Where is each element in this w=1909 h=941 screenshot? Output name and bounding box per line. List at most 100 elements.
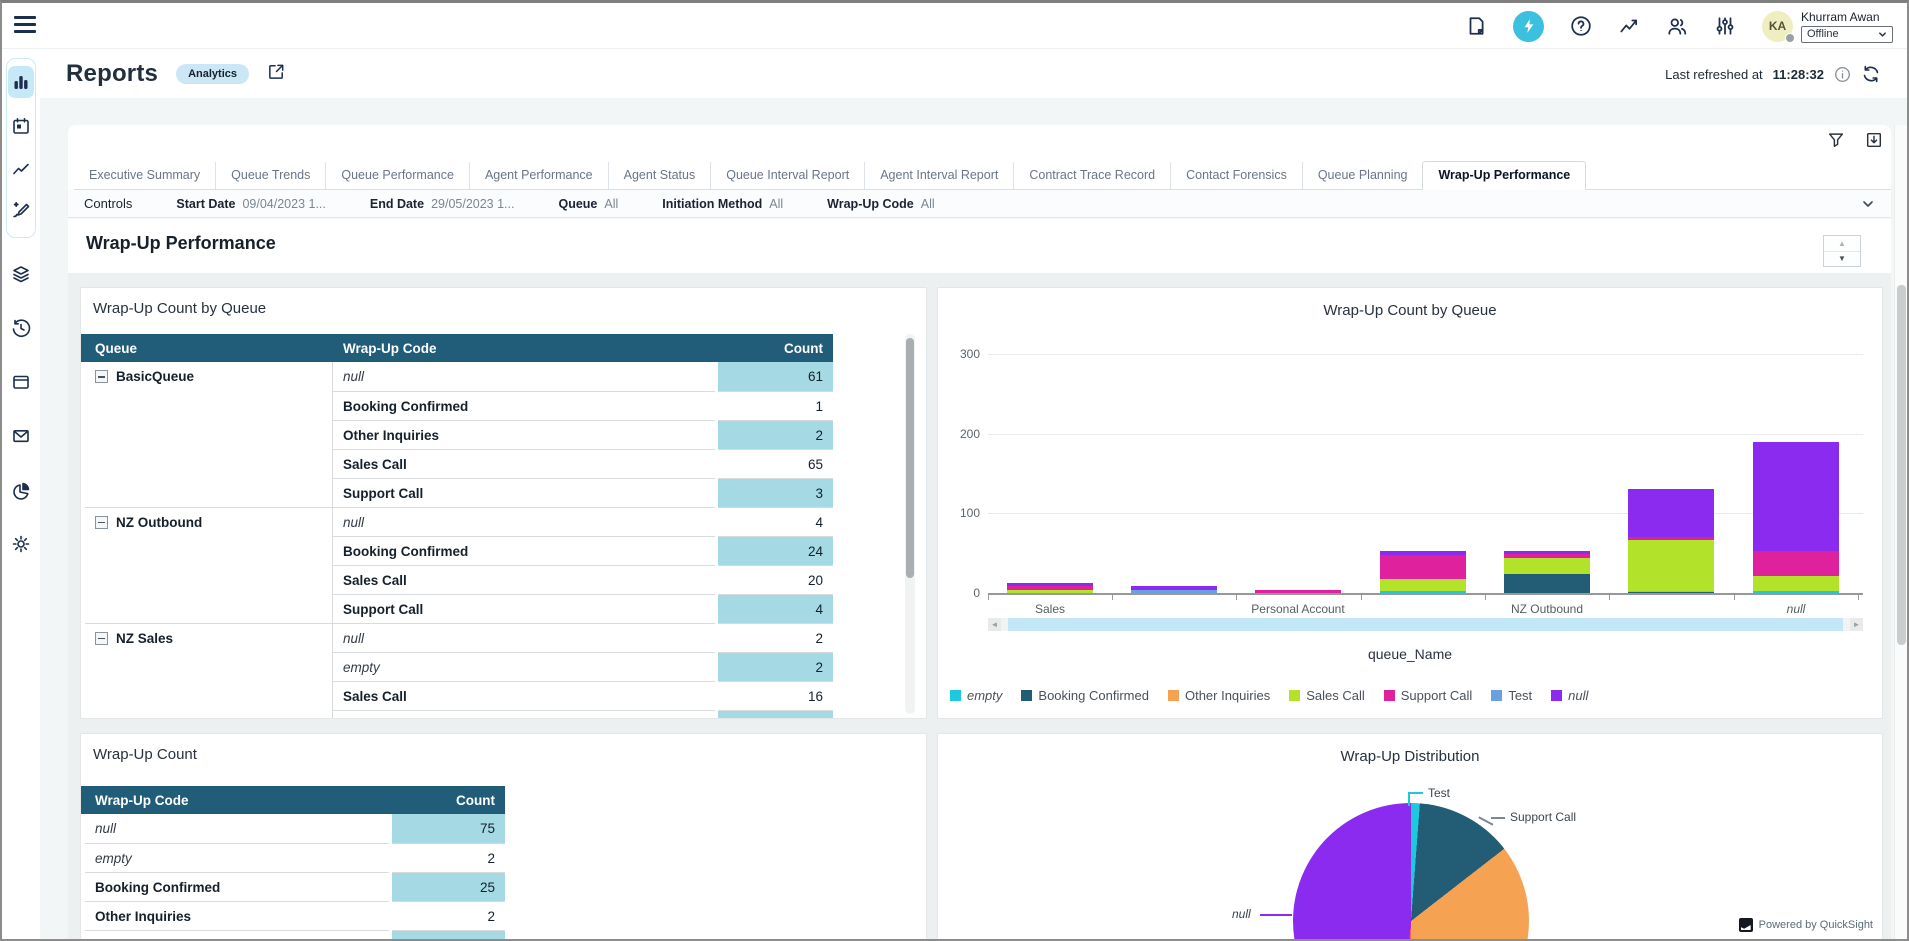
wrapup-code-cell[interactable]: null: [333, 507, 715, 536]
open-external-icon[interactable]: [267, 62, 286, 86]
bar-segment-empty[interactable]: [1380, 591, 1466, 593]
count-cell[interactable]: 3: [718, 478, 833, 507]
count-cell[interactable]: 16: [718, 681, 833, 710]
help-icon[interactable]: [1570, 15, 1592, 37]
window-scrollbar[interactable]: [1894, 125, 1907, 939]
legend-item-support-call[interactable]: Support Call: [1384, 688, 1473, 703]
count-cell[interactable]: 20: [718, 565, 833, 594]
chart-horizontal-scrollbar[interactable]: ◄►: [988, 618, 1863, 631]
tab-wrap-up-performance[interactable]: Wrap-Up Performance: [1422, 161, 1586, 190]
spin-up-icon[interactable]: ▲: [1824, 236, 1860, 252]
control-queue[interactable]: QueueAll: [558, 197, 618, 211]
count-cell[interactable]: 65: [718, 449, 833, 478]
sidebar-item-bar-chart-icon[interactable]: [11, 72, 31, 92]
wrapup-code-cell[interactable]: null: [333, 623, 715, 652]
legend-item-other-inquiries[interactable]: Other Inquiries: [1168, 688, 1270, 703]
count-cell[interactable]: 2: [718, 420, 833, 449]
control-initiation-method[interactable]: Initiation MethodAll: [662, 197, 783, 211]
tab-contact-forensics[interactable]: Contact Forensics: [1170, 162, 1302, 189]
pie-chart[interactable]: [1293, 803, 1529, 941]
boost-lightning-icon[interactable]: [1513, 11, 1544, 42]
spin-down-icon[interactable]: ▼: [1824, 252, 1860, 267]
wrapup-code-cell[interactable]: Other Inquiries: [333, 420, 715, 449]
bar-segment-booking-confirmed[interactable]: [1504, 574, 1590, 593]
count-cell[interactable]: 2: [718, 652, 833, 681]
scroll-right-button[interactable]: ►: [1850, 618, 1863, 631]
tab-agent-status[interactable]: Agent Status: [608, 162, 711, 189]
wrapup-code-cell[interactable]: empty: [85, 843, 389, 872]
count-cell[interactable]: 75: [392, 814, 505, 843]
wrapup-code-cell[interactable]: Sales Call: [333, 449, 715, 478]
legend-item-test[interactable]: Test: [1491, 688, 1532, 703]
count-cell[interactable]: 2: [718, 623, 833, 652]
bar-segment-support-call[interactable]: [1628, 537, 1714, 539]
tab-queue-trends[interactable]: Queue Trends: [215, 162, 325, 189]
bar-segment-null[interactable]: [1504, 551, 1590, 554]
bar-segment-sales-call[interactable]: [1753, 576, 1839, 591]
legend-item-booking-confirmed[interactable]: Booking Confirmed: [1021, 688, 1149, 703]
tab-queue-planning[interactable]: Queue Planning: [1302, 162, 1423, 189]
sidebar-item-gear-icon[interactable]: [11, 534, 31, 554]
wrapup-code-cell[interactable]: Sales Call: [333, 565, 715, 594]
wrapup-code-cell[interactable]: Support Call: [333, 478, 715, 507]
tab-agent-interval-report[interactable]: Agent Interval Report: [864, 162, 1013, 189]
bar-segment-null[interactable]: [1131, 586, 1217, 590]
metrics-icon[interactable]: [1618, 15, 1640, 37]
bar-segment-test[interactable]: [1131, 590, 1217, 593]
bar-segment-null[interactable]: [1628, 489, 1714, 538]
settings-sliders-icon[interactable]: [1714, 15, 1736, 37]
avatar[interactable]: KA: [1762, 11, 1793, 42]
bar-segment-null[interactable]: [1380, 551, 1466, 555]
info-icon[interactable]: [1834, 66, 1851, 83]
sidebar-item-line-chart-icon[interactable]: [11, 159, 31, 179]
control-wrap-up-code[interactable]: Wrap-Up CodeAll: [827, 197, 934, 211]
wrapup-code-cell[interactable]: Sales Call: [85, 930, 389, 941]
bar-segment-sales-call[interactable]: [1628, 540, 1714, 591]
count-cell[interactable]: 61: [718, 362, 833, 391]
tab-contract-trace-record[interactable]: Contract Trace Record: [1013, 162, 1170, 189]
sidebar-item-calendar-icon[interactable]: [11, 116, 31, 136]
count-cell[interactable]: 4: [718, 594, 833, 623]
bar-segment-sales-call[interactable]: [1380, 579, 1466, 591]
wrapup-code-cell[interactable]: Booking Confirmed: [333, 391, 715, 420]
legend-item-sales-call[interactable]: Sales Call: [1289, 688, 1365, 703]
bar-segment-empty[interactable]: [1753, 591, 1839, 593]
bar-segment-sales-call[interactable]: [1504, 558, 1590, 574]
bar-segment-support-call[interactable]: [1007, 586, 1093, 590]
wrapup-code-cell[interactable]: Booking Confirmed: [85, 872, 389, 901]
scroll-thumb[interactable]: [1008, 618, 1843, 631]
column-header[interactable]: Queue: [85, 334, 333, 362]
wrapup-code-cell[interactable]: Sales Call: [333, 681, 715, 710]
tab-queue-interval-report[interactable]: Queue Interval Report: [710, 162, 864, 189]
controls-collapse-icon[interactable]: [1861, 197, 1875, 216]
hamburger-menu-icon[interactable]: [14, 16, 36, 35]
wrapup-code-cell[interactable]: null: [333, 362, 715, 391]
notes-icon[interactable]: [1465, 15, 1487, 37]
wrapup-code-cell[interactable]: Other Inquiries: [85, 901, 389, 930]
legend-item-null[interactable]: null: [1551, 688, 1588, 703]
bar-segment-support-call[interactable]: [1255, 590, 1341, 593]
column-header[interactable]: Wrap-Up Code: [333, 334, 715, 362]
status-dropdown[interactable]: Offline: [1801, 26, 1893, 43]
sidebar-item-design-icon[interactable]: [11, 200, 31, 220]
collapse-row-icon[interactable]: [95, 516, 108, 529]
bar-segment-support-call[interactable]: [1753, 551, 1839, 576]
count-cell[interactable]: [718, 710, 833, 719]
bar-segment-booking-confirmed[interactable]: [1628, 592, 1714, 593]
bar-segment-other-inquiries[interactable]: [1628, 591, 1714, 593]
tab-queue-performance[interactable]: Queue Performance: [325, 162, 469, 189]
column-header[interactable]: Count: [718, 334, 833, 362]
count-cell[interactable]: 24: [718, 536, 833, 565]
bar-segment-null[interactable]: [1753, 442, 1839, 551]
tab-agent-performance[interactable]: Agent Performance: [469, 162, 608, 189]
bar-segment-support-call[interactable]: [1504, 554, 1590, 558]
bar-segment-null[interactable]: [1007, 583, 1093, 586]
wrapup-code-cell[interactable]: Support Call: [333, 710, 715, 719]
collapse-row-icon[interactable]: [95, 370, 108, 383]
filter-icon[interactable]: [1827, 131, 1845, 149]
sidebar-item-window-icon[interactable]: [11, 372, 31, 392]
collapse-row-icon[interactable]: [95, 632, 108, 645]
sidebar-item-layers-icon[interactable]: [11, 264, 31, 284]
count-cell[interactable]: 25: [392, 872, 505, 901]
sidebar-item-envelope-icon[interactable]: [11, 426, 31, 446]
